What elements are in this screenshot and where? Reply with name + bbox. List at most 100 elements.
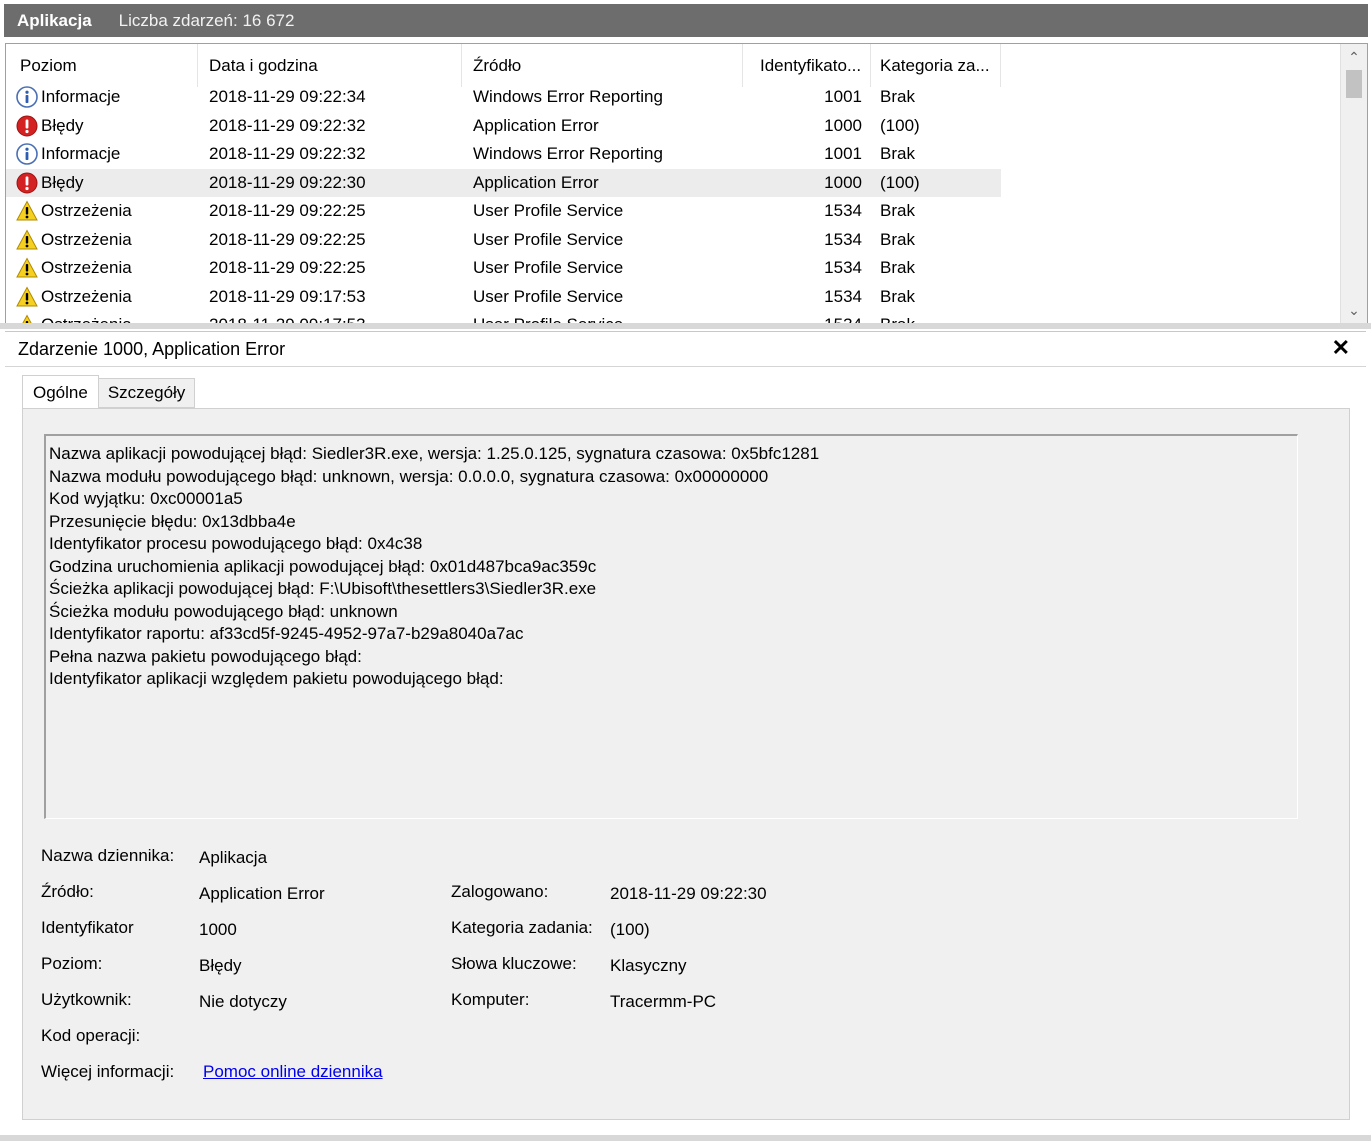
cell-id: 1000: [824, 115, 862, 135]
description-line: Nazwa modułu powodującego błąd: unknown,…: [49, 466, 769, 486]
info-icon: [16, 143, 38, 166]
logged-value: 2018-11-29 09:22:30: [610, 884, 767, 903]
detail-tabs: Ogólne Szczegóły: [22, 375, 196, 410]
table-row[interactable]: Błędy 2018-11-29 09:22:32 Application Erro…: [6, 112, 1001, 141]
info-icon: [16, 86, 38, 109]
error-icon: [16, 115, 38, 137]
description-line: Godzina uruchomienia aplikacji powodując…: [49, 556, 597, 576]
cell-date: 2018-11-29 09:22:25: [209, 229, 366, 249]
cell-source: Application Error: [473, 172, 599, 192]
online-help-link[interactable]: Pomoc online dziennika: [203, 1062, 383, 1082]
warning-icon: [16, 200, 38, 222]
table-row[interactable]: Ostrzeżenia 2018-11-29 09:22:25 User Profi…: [6, 226, 1001, 255]
table-row[interactable]: Ostrzeżenia 2018-11-29 09:22:25 User Profi…: [6, 254, 1001, 283]
user-value: Nie dotyczy: [199, 992, 287, 1011]
source-value: Application Error: [199, 884, 325, 903]
cell-level: Ostrzeżenia: [6, 286, 198, 308]
level-text: Ostrzeżenia: [41, 229, 132, 249]
level-text: Ostrzeżenia: [41, 201, 132, 221]
log-name-value: Aplikacja: [199, 848, 268, 867]
warning-icon: [16, 257, 38, 279]
log-titlebar: Aplikacja Liczba zdarzeń: 16 672: [4, 4, 1368, 37]
user-label: Użytkownik:: [41, 990, 132, 1009]
task-category-value: (100): [610, 920, 650, 939]
event-list[interactable]: Poziom Data i godzina Źródło Identyfikat…: [5, 43, 1368, 324]
cell-level: Błędy: [6, 172, 198, 194]
cell-id: 1534: [824, 201, 862, 221]
tab-details[interactable]: Szczegóły: [98, 378, 196, 408]
warning-icon: [16, 229, 38, 251]
cell-level: Ostrzeżenia: [6, 200, 198, 222]
cell-category: Brak: [880, 286, 915, 306]
cell-source: Windows Error Reporting: [473, 87, 663, 107]
level-value: Błędy: [199, 956, 242, 975]
cell-date: 2018-11-29 09:22:25: [209, 258, 366, 278]
column-header-source[interactable]: Źródło: [462, 44, 743, 87]
general-tab-panel: Nazwa aplikacji powodującej błąd: Siedle…: [22, 408, 1350, 1120]
cell-category: Brak: [880, 201, 915, 221]
warning-icon: [16, 286, 38, 308]
cell-source: User Profile Service: [473, 258, 624, 278]
cell-id: 1534: [824, 258, 862, 278]
computer-label: Komputer:: [451, 990, 530, 1009]
column-header-id[interactable]: Identyfikato...: [743, 44, 871, 87]
cell-date: 2018-11-29 09:22:32: [209, 115, 366, 135]
cell-level: Ostrzeżenia: [6, 257, 198, 279]
table-row[interactable]: Informacje 2018-11-29 09:22:34 Windows Err…: [6, 83, 1001, 112]
scroll-down-icon[interactable]: ⌄: [1341, 299, 1367, 321]
column-header-date[interactable]: Data i godzina: [198, 44, 462, 87]
description-line: Ścieżka modułu powodującego błąd: unknow…: [49, 601, 398, 621]
cell-id: 1001: [824, 144, 862, 164]
description-line: Ścieżka aplikacji powodującej błąd: F:\U…: [49, 579, 597, 598]
keywords-label: Słowa kluczowe:: [451, 954, 577, 973]
table-row[interactable]: Informacje 2018-11-29 09:22:32 Windows Err…: [6, 140, 1001, 169]
level-text: Błędy: [41, 115, 84, 135]
cell-source: Application Error: [473, 115, 599, 135]
cell-date: 2018-11-29 09:22:30: [209, 172, 366, 192]
table-row[interactable]: Ostrzeżenia 2018-11-29 09:22:25 User Profi…: [6, 197, 1001, 226]
cell-source: Windows Error Reporting: [473, 144, 663, 164]
table-row[interactable]: Błędy 2018-11-29 09:22:30 Application Erro…: [6, 168, 1001, 197]
error-icon: [16, 172, 38, 194]
level-text: Błędy: [41, 172, 84, 192]
cell-source: User Profile Service: [473, 201, 624, 221]
cell-level: Błędy: [6, 115, 198, 137]
event-list-scrollbar[interactable]: ⌃ ⌄: [1340, 44, 1367, 323]
cell-category: Brak: [880, 229, 915, 249]
keywords-value: Klasyczny: [610, 956, 687, 975]
scroll-thumb[interactable]: [1346, 70, 1362, 98]
event-detail-header: Zdarzenie 1000, Application Error ✕: [5, 331, 1366, 367]
cell-source: User Profile Service: [473, 286, 624, 306]
more-info-label: Więcej informacji:: [41, 1062, 175, 1081]
column-header-level[interactable]: Poziom: [6, 44, 198, 87]
cell-id: 1534: [824, 229, 862, 249]
level-text: Ostrzeżenia: [41, 286, 132, 306]
cell-id: 1000: [824, 172, 862, 192]
task-category-label: Kategoria zadania:: [451, 918, 593, 937]
description-line: Nazwa aplikacji powodującej błąd: Siedle…: [49, 444, 820, 463]
cell-category: Brak: [880, 87, 915, 107]
cell-level: Informacje: [6, 86, 198, 109]
scroll-up-icon[interactable]: ⌃: [1341, 46, 1367, 68]
column-header-category[interactable]: Kategoria za...: [871, 44, 1001, 87]
close-icon[interactable]: ✕: [1332, 335, 1350, 361]
computer-value: Tracermm-PC: [610, 992, 717, 1011]
id-label: Identyfikator: [41, 918, 134, 937]
cell-category: (100): [880, 172, 920, 192]
description-line: Pełna nazwa pakietu powodującego błąd:: [49, 646, 362, 666]
table-row[interactable]: Ostrzeżenia 2018-11-29 09:17:53 User Profi…: [6, 283, 1001, 312]
bottom-edge: [0, 1135, 1371, 1141]
pane-splitter[interactable]: [0, 323, 1371, 329]
event-description[interactable]: Nazwa aplikacji powodującej błąd: Siedle…: [44, 434, 1298, 819]
logged-label: Zalogowano:: [451, 882, 549, 901]
level-text: Ostrzeżenia: [41, 258, 132, 278]
level-text: Informacje: [41, 87, 121, 107]
description-line: Przesunięcie błędu: 0x13dbba4e: [49, 511, 296, 531]
cell-source: User Profile Service: [473, 229, 624, 249]
description-line: Identyfikator procesu powodującego błąd:…: [49, 534, 423, 553]
cell-date: 2018-11-29 09:17:53: [209, 286, 366, 306]
description-line: Kod wyjątku: 0xc00001a5: [49, 489, 243, 508]
cell-date: 2018-11-29 09:22:34: [209, 87, 366, 107]
tab-general[interactable]: Ogólne: [22, 375, 99, 410]
level-text: Informacje: [41, 144, 121, 164]
